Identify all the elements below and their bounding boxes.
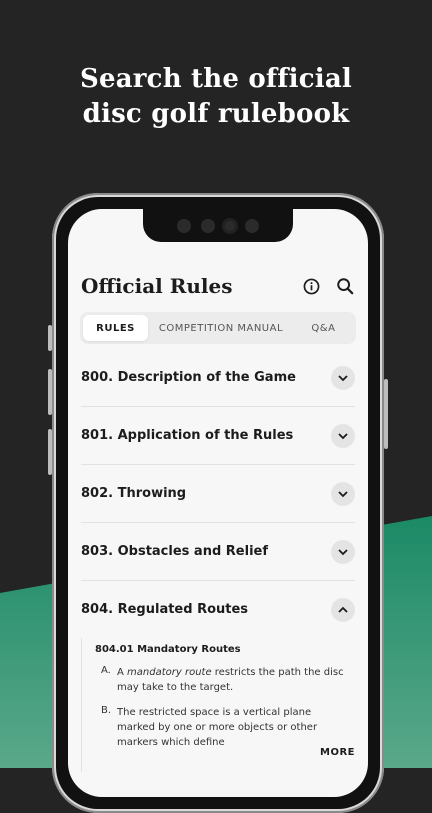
phone-volume-up: [48, 369, 52, 415]
rule-expanded-content: 804.01 Mandatory Routes A. A mandatory r…: [81, 638, 355, 772]
info-icon[interactable]: [301, 276, 321, 296]
item-text-prefix: A: [117, 667, 128, 678]
tab-competition-manual[interactable]: COMPETITION MANUAL: [148, 315, 294, 341]
rule-item-800[interactable]: 800. Description of the Game: [81, 349, 355, 407]
notch-sensor-icon: [245, 218, 259, 233]
chevron-up-icon[interactable]: [331, 597, 355, 622]
headline-line-2: disc golf rulebook: [82, 99, 350, 129]
item-letter: A.: [101, 665, 111, 676]
item-letter: B.: [101, 705, 112, 716]
chevron-down-icon[interactable]: [331, 481, 355, 506]
rule-title: 802. Throwing: [81, 486, 187, 501]
item-text: A mandatory route restricts the path the…: [117, 665, 347, 695]
page-title: Official Rules: [81, 274, 233, 298]
notch-sensor-icon: [177, 218, 191, 233]
item-text-body: The restricted space is a vertical plane…: [117, 707, 318, 748]
rules-list: 800. Description of the Game 801. Applic…: [81, 349, 355, 772]
phone-volume-down: [48, 429, 52, 475]
app-screen: Official Rules RULES COMPETITION MANUAL …: [68, 209, 368, 797]
notch-sensor-icon: [201, 218, 215, 233]
rule-item-802[interactable]: 802. Throwing: [81, 465, 355, 523]
phone-silent-switch: [48, 325, 52, 351]
subsection-title: 804.01 Mandatory Routes: [95, 644, 241, 655]
list-item: A. A mandatory route restricts the path …: [101, 665, 355, 695]
chevron-down-icon[interactable]: [331, 365, 355, 390]
phone-frame: Official Rules RULES COMPETITION MANUAL …: [48, 193, 388, 813]
rule-title: 800. Description of the Game: [81, 370, 296, 385]
section-tabs: RULES COMPETITION MANUAL Q&A: [80, 312, 356, 344]
rule-item-804[interactable]: 804. Regulated Routes: [81, 581, 355, 638]
rule-title: 804. Regulated Routes: [81, 602, 249, 617]
app-header: Official Rules: [81, 271, 355, 301]
rule-title: 803. Obstacles and Relief: [81, 544, 268, 559]
camera-icon: [225, 220, 235, 231]
tab-qa[interactable]: Q&A: [294, 315, 353, 341]
headline: Search the official disc golf rulebook: [0, 62, 432, 132]
item-text-emphasis: mandatory route: [127, 667, 212, 678]
chevron-down-icon[interactable]: [331, 423, 355, 448]
item-text: The restricted space is a vertical plane…: [117, 705, 347, 750]
phone-power-button: [384, 379, 388, 449]
headline-line-1: Search the official: [80, 64, 352, 94]
header-actions: [301, 276, 355, 296]
more-button[interactable]: MORE: [310, 747, 355, 758]
chevron-down-icon[interactable]: [331, 539, 355, 564]
search-icon[interactable]: [335, 276, 355, 296]
list-item: B. The restricted space is a vertical pl…: [101, 705, 355, 750]
phone-notch: [143, 209, 293, 242]
phone-bezel: Official Rules RULES COMPETITION MANUAL …: [56, 197, 380, 809]
rule-item-801[interactable]: 801. Application of the Rules: [81, 407, 355, 465]
rule-title: 801. Application of the Rules: [81, 428, 294, 443]
rule-item-803[interactable]: 803. Obstacles and Relief: [81, 523, 355, 581]
tab-rules[interactable]: RULES: [83, 315, 149, 341]
